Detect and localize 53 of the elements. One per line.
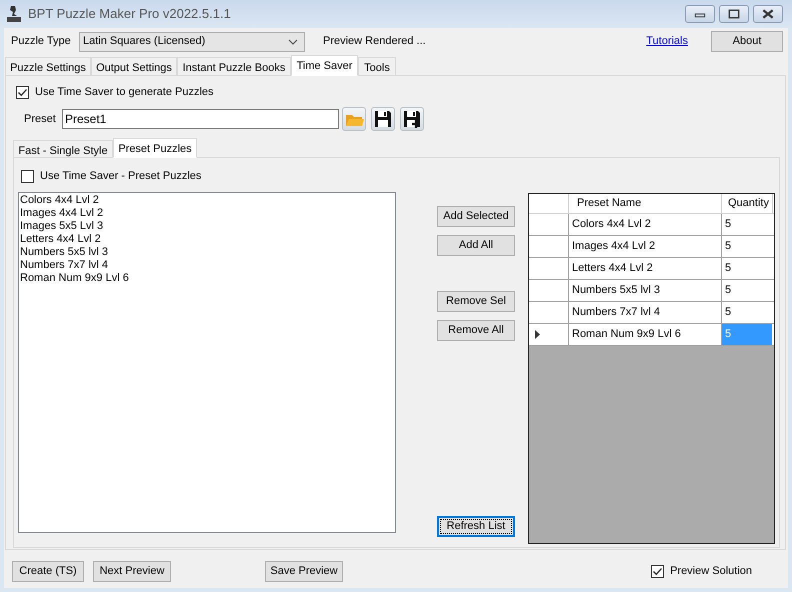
table-cell: 5: [722, 324, 772, 345]
maximize-icon: [728, 10, 740, 18]
window-title: BPT Puzzle Maker Pro v2022.5.1.1: [28, 5, 231, 24]
tutorials-link[interactable]: Tutorials: [646, 33, 688, 50]
chevron-down-icon: [288, 38, 298, 44]
button[interactable]: Next Preview: [93, 561, 171, 582]
button[interactable]: Remove Sel: [437, 291, 515, 312]
tab[interactable]: Puzzle Settings: [5, 57, 91, 76]
button[interactable]: Refresh List: [437, 516, 515, 537]
minimize-icon: [694, 14, 706, 18]
list-item[interactable]: Numbers 5x5 lvl 3: [20, 246, 395, 259]
preset-field[interactable]: Preset1: [62, 109, 339, 129]
checkbox-label: Use Time Saver to generate Puzzles: [35, 84, 214, 100]
tab[interactable]: Instant Puzzle Books: [177, 57, 291, 76]
floppy-disk-plus-icon: [404, 111, 422, 130]
status-text: Preview Rendered ...: [323, 34, 426, 50]
column-header: Quantity: [722, 194, 773, 213]
tab[interactable]: Preset Puzzles: [113, 138, 197, 158]
close-button[interactable]: [753, 5, 783, 23]
button[interactable]: Save Preview: [265, 561, 343, 582]
maximize-button[interactable]: [719, 5, 749, 23]
list-item[interactable]: Images 4x4 Lvl 2: [20, 207, 395, 220]
save-button[interactable]: [371, 107, 395, 131]
column-header: Preset Name: [569, 194, 722, 213]
checkbox[interactable]: [651, 565, 664, 578]
list-item[interactable]: Numbers 7x7 lvl 4: [20, 259, 395, 272]
app-icon: [6, 5, 22, 23]
field-label: Puzzle Type: [11, 34, 72, 50]
list-item[interactable]: Letters 4x4 Lvl 2: [20, 233, 395, 246]
button[interactable]: Remove All: [437, 320, 515, 341]
checkbox-label: Use Time Saver - Preset Puzzles: [40, 168, 202, 184]
list-item[interactable]: Colors 4x4 Lvl 2: [20, 194, 395, 207]
preset-listbox[interactable]: Colors 4x4 Lvl 2 Images 4x4 Lvl 2 Images 5x5 Lvl 3 Letters 4x4 Lvl 2 Numbers 5x5 lvl 3 Numbers 7x7 lvl 4 Roman Num 9x9 Lvl 6: [18, 192, 396, 533]
tab[interactable]: Tools: [358, 57, 396, 76]
tab[interactable]: Fast - Single Style: [13, 140, 113, 158]
folder-icon: [346, 115, 364, 126]
button[interactable]: Add All: [437, 235, 515, 256]
checkbox-label: Preview Solution: [670, 564, 752, 580]
field-label: Preset: [24, 112, 57, 127]
checkbox[interactable]: [21, 170, 34, 182]
puzzle-type-dropdown[interactable]: Latin Squares (Licensed): [79, 32, 305, 52]
current-row-icon: [535, 330, 540, 339]
minimize-button[interactable]: [685, 5, 715, 23]
button[interactable]: Add Selected: [437, 206, 515, 227]
tab[interactable]: Output Settings: [91, 57, 177, 76]
close-icon: [762, 9, 774, 19]
button[interactable]: About: [711, 31, 783, 52]
list-item[interactable]: Images 5x5 Lvl 3: [20, 220, 395, 233]
list-item[interactable]: Roman Num 9x9 Lvl 6: [20, 272, 395, 285]
save-as-button[interactable]: [400, 107, 424, 131]
tab[interactable]: Time Saver: [291, 55, 358, 76]
checkbox[interactable]: [16, 86, 29, 98]
button[interactable]: Create (TS): [12, 561, 84, 582]
